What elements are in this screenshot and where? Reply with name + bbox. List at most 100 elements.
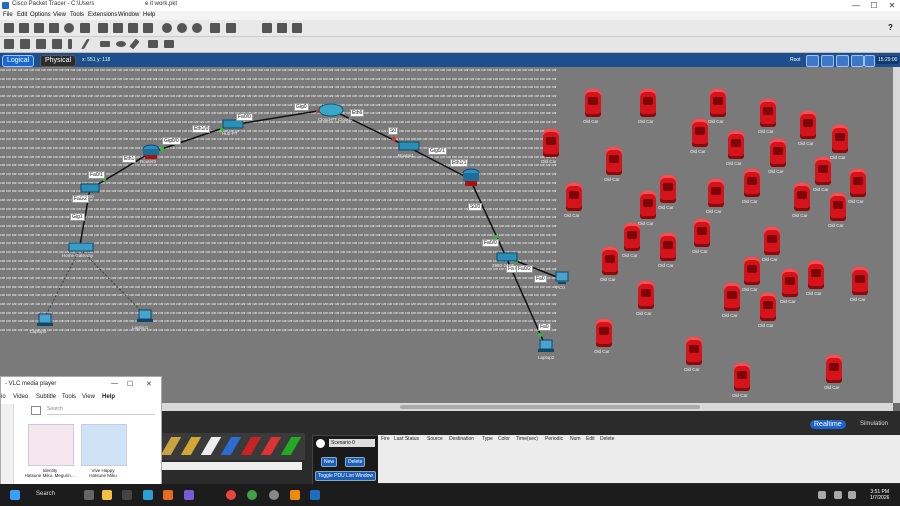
zoom-out-icon[interactable] (192, 23, 202, 33)
save-icon[interactable] (34, 23, 44, 33)
scroll-thumb[interactable] (400, 405, 700, 409)
vlc-menu-item[interactable]: View (82, 394, 95, 400)
paste-icon[interactable] (113, 23, 123, 33)
resize-icon[interactable] (52, 39, 62, 49)
inspect-icon[interactable] (20, 39, 30, 49)
scenario-select[interactable]: Scenario 0 (329, 439, 375, 447)
old-car-icon[interactable] (852, 267, 868, 295)
old-car-icon[interactable] (794, 183, 810, 211)
vlc-menu-item[interactable]: Help (102, 394, 115, 400)
logical-workspace[interactable]: car car car car car car car car car car … (0, 67, 893, 403)
taskbar-search[interactable]: Search (36, 491, 55, 497)
note-icon[interactable] (68, 39, 72, 49)
laptop-icon[interactable] (537, 339, 555, 355)
router-icon[interactable] (462, 167, 480, 189)
copy-icon[interactable] (98, 23, 108, 33)
laptop-icon[interactable] (136, 309, 154, 325)
simulation-mode-button[interactable]: Simulation (860, 421, 888, 427)
new-file-icon[interactable] (4, 23, 14, 33)
old-car-icon[interactable] (832, 125, 848, 153)
steam-icon[interactable] (122, 490, 132, 500)
chrome-icon[interactable] (226, 490, 236, 500)
network-icon[interactable] (818, 491, 826, 499)
drawing-palette-icon[interactable] (210, 23, 220, 33)
old-car-icon[interactable] (710, 89, 726, 117)
connection-type-icon[interactable] (160, 437, 182, 455)
old-car-icon[interactable] (640, 89, 656, 117)
old-car-icon[interactable] (760, 293, 776, 321)
tab-logical[interactable]: Logical (2, 55, 35, 67)
old-car-icon[interactable] (606, 147, 622, 175)
network-info-icon[interactable] (80, 23, 90, 33)
minimize-button[interactable]: — (848, 0, 864, 11)
maximize-button[interactable]: ☐ (866, 0, 882, 11)
switch-icon[interactable] (496, 251, 518, 263)
old-car-icon[interactable] (770, 139, 786, 167)
old-car-icon[interactable] (708, 179, 724, 207)
old-car-icon[interactable] (724, 283, 740, 311)
print-icon[interactable] (49, 23, 59, 33)
cluster-icon[interactable] (821, 55, 834, 67)
connection-type-icon[interactable] (280, 437, 302, 455)
old-car-icon[interactable] (624, 223, 640, 251)
old-car-icon[interactable] (800, 111, 816, 139)
old-car-icon[interactable] (826, 355, 842, 383)
vlc-minimize-button[interactable]: — (111, 380, 118, 387)
close-button[interactable]: ✕ (884, 0, 900, 11)
old-car-icon[interactable] (815, 157, 831, 185)
vlc-view-icon[interactable] (31, 406, 41, 415)
custom-device-icon[interactable] (226, 23, 236, 33)
vlc-taskbar-icon[interactable] (290, 490, 300, 500)
home-gateway-icon[interactable] (68, 241, 94, 253)
help-icon[interactable]: ? (888, 23, 893, 32)
delete-scenario-button[interactable]: Delete (345, 457, 366, 467)
delete-icon[interactable] (36, 39, 46, 49)
activity-wizard-icon[interactable] (64, 23, 74, 33)
wifi-icon[interactable] (834, 491, 842, 499)
connection-type-icon[interactable] (260, 437, 282, 455)
vlc-menu-item[interactable]: Subtitle (36, 394, 56, 400)
media-thumbnail[interactable] (81, 424, 127, 466)
menu-view[interactable]: View (53, 12, 66, 18)
old-car-icon[interactable] (660, 233, 676, 261)
simple-pdu-icon[interactable] (148, 40, 158, 48)
switch-icon[interactable] (80, 182, 100, 194)
old-car-icon[interactable] (602, 247, 618, 275)
vlc-maximize-button[interactable]: ☐ (127, 380, 133, 388)
device-dialog-icon[interactable] (277, 23, 287, 33)
old-car-icon[interactable] (596, 319, 612, 347)
connection-type-icon[interactable] (180, 437, 202, 455)
vlc-window[interactable]: - VLC media player — ☐ ✕ io Video Subtit… (0, 376, 162, 486)
back-icon[interactable] (806, 55, 819, 67)
old-car-icon[interactable] (808, 261, 824, 289)
ip-config-icon[interactable] (292, 23, 302, 33)
media-thumbnail[interactable] (28, 424, 74, 466)
zoom-reset-icon[interactable] (177, 23, 187, 33)
palette-icon[interactable] (262, 23, 272, 33)
old-car-icon[interactable] (640, 191, 656, 219)
file-explorer-icon[interactable] (102, 490, 112, 500)
settings-icon[interactable] (269, 490, 279, 500)
zoom-in-icon[interactable] (162, 23, 172, 33)
pc-icon[interactable] (554, 271, 570, 285)
vertical-scrollbar[interactable] (893, 67, 900, 403)
menu-help[interactable]: Help (143, 12, 155, 18)
undo-icon[interactable] (128, 23, 138, 33)
old-car-icon[interactable] (734, 363, 750, 391)
old-car-icon[interactable] (694, 219, 710, 247)
old-car-icon[interactable] (686, 337, 702, 365)
vlc-search-input[interactable]: Search (47, 406, 155, 415)
menu-edit[interactable]: Edit (17, 12, 27, 18)
old-car-icon[interactable] (744, 169, 760, 197)
connection-type-icon[interactable] (200, 437, 222, 455)
old-car-icon[interactable] (638, 281, 654, 309)
old-car-icon[interactable] (760, 99, 776, 127)
draw-ellipse-icon[interactable] (116, 41, 126, 47)
connection-type-icon[interactable] (240, 437, 262, 455)
old-car-icon[interactable] (830, 193, 846, 221)
vlc-menu-item[interactable]: io (1, 394, 6, 400)
menu-file[interactable]: File (3, 12, 13, 18)
vlc-close-button[interactable]: ✕ (146, 380, 152, 388)
old-car-icon[interactable] (728, 131, 744, 159)
device-type-strip[interactable] (160, 433, 305, 460)
